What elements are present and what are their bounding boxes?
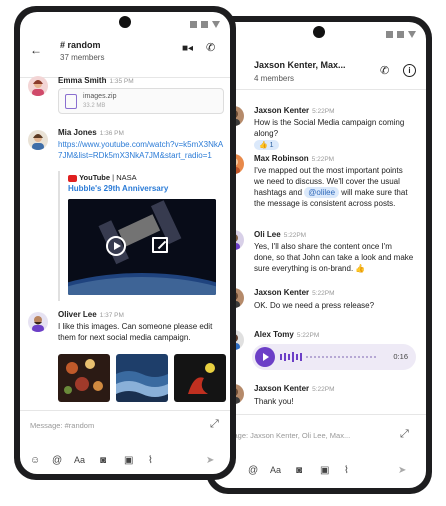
sender-name: Oli Lee 5:22PM (254, 230, 307, 239)
sender-name: Jaxson Kenter 5:22PM (254, 106, 335, 115)
signal-icon (386, 31, 393, 38)
camera-icon[interactable]: ◙ (100, 455, 106, 466)
avatar[interactable] (28, 130, 48, 150)
file-name: images.zip (83, 93, 117, 100)
channel-subtitle: 37 members (60, 53, 105, 62)
message-text: Yes, I'll also share the content once I'… (254, 242, 414, 273)
sender-name: Jaxson Kenter 5:22PM (254, 288, 335, 297)
video-call-icon[interactable]: ■◂ (182, 44, 193, 54)
front-camera (313, 26, 325, 38)
message-link[interactable]: https://www.youtube.com/watch?v=k5mX3NkA… (58, 139, 224, 161)
play-button[interactable] (106, 236, 126, 256)
chat-header: ← # random 37 members ■◂ ✆ (20, 32, 230, 78)
file-attachment[interactable]: images.zip 33.2 MB (58, 88, 224, 114)
message-text: I've mapped out the most important point… (254, 166, 408, 208)
status-bar (386, 31, 416, 38)
message-input[interactable]: ssage: Jaxson Kenter, Oli Lee, Max... (226, 431, 350, 440)
message-text: I like this images. Can someone please e… (58, 322, 213, 342)
composer-toolbar: @ Aa ◙ ▣ ⌇ ➤ (212, 461, 426, 479)
info-icon[interactable]: i (403, 64, 416, 77)
yt-source: YouTube | NASA (68, 173, 137, 182)
status-bar (190, 21, 220, 28)
sender-name: Jaxson Kenter 5:22PM (254, 384, 335, 393)
composer-toolbar: ☺ @ Aa ◙ ▣ ⌇ ➤ (20, 451, 230, 469)
stage: Jaxson Kenter, Max... 4 members ✆ i Jaxs… (0, 0, 446, 506)
message: Mia Jones 1:36 PM https://www.youtube.com… (20, 126, 230, 306)
sender-name: Emma Smith 1:35 PM (58, 76, 134, 85)
format-text-icon[interactable]: Aa (74, 455, 85, 465)
expand-icon[interactable]: ⤢ (210, 419, 219, 430)
battery-icon (397, 31, 404, 38)
message: Jaxson Kenter 5:22PM OK. Do we need a pre… (212, 286, 426, 316)
phone-right: Jaxson Kenter, Max... 4 members ✆ i Jaxs… (206, 16, 432, 494)
format-text-icon[interactable]: Aa (270, 465, 281, 475)
yt-title[interactable]: Hubble's 29th Anniversary (68, 184, 168, 193)
phone-call-icon[interactable]: ✆ (206, 43, 215, 54)
sender-name: Max Robinson 5:22PM (254, 154, 335, 163)
wifi-icon (408, 31, 416, 38)
attachment-icon[interactable]: ⌇ (344, 465, 349, 476)
mention-icon[interactable]: @ (52, 455, 62, 466)
sender-name: Oliver Lee 1:37 PM (58, 310, 124, 319)
screen-left: ← # random 37 members ■◂ ✆ Emma Smith 1:3… (20, 12, 230, 474)
image-thumbnail[interactable] (174, 354, 226, 402)
image-icon[interactable]: ▣ (320, 465, 329, 476)
waveform[interactable] (280, 351, 386, 363)
play-button[interactable] (255, 347, 275, 367)
play-icon (114, 242, 121, 250)
send-icon[interactable]: ➤ (398, 465, 406, 476)
message: Oli Lee 5:22PM Yes, I'll also share the c… (212, 228, 426, 288)
mention-icon[interactable]: @ (248, 465, 258, 476)
message: Oliver Lee 1:37 PM I like this images. Ca… (20, 308, 230, 408)
video-thumbnail[interactable] (68, 199, 216, 295)
message-text: How is the Social Media campaign coming … (254, 118, 405, 138)
emoji-icon[interactable]: ☺ (30, 455, 40, 466)
wifi-icon (212, 21, 220, 28)
back-arrow-icon[interactable]: ← (30, 44, 42, 56)
message: Jaxson Kenter 5:22PM How is the Social Me… (212, 100, 426, 150)
open-external-icon[interactable] (152, 237, 168, 253)
image-thumbnail[interactable] (116, 354, 168, 402)
message: Max Robinson 5:22PM I've mapped out the m… (212, 152, 426, 234)
image-icon[interactable]: ▣ (124, 455, 133, 466)
composer: ssage: Jaxson Kenter, Oli Lee, Max... ⤢ … (212, 414, 426, 488)
message-input[interactable]: Message: #random (30, 421, 94, 430)
user-mention[interactable]: @olilee (304, 187, 340, 198)
voice-message[interactable]: 0:16 (252, 344, 416, 370)
screen-right: Jaxson Kenter, Max... 4 members ✆ i Jaxs… (212, 22, 426, 488)
chat-subtitle: 4 members (254, 74, 295, 83)
sender-name: Mia Jones 1:36 PM (58, 128, 124, 137)
front-camera (119, 16, 131, 28)
hubble-image (68, 199, 216, 295)
avatar[interactable] (28, 312, 48, 332)
chat-header: Jaxson Kenter, Max... 4 members ✆ i (212, 44, 426, 90)
phone-left: ← # random 37 members ■◂ ✆ Emma Smith 1:3… (14, 6, 236, 480)
voice-duration: 0:16 (393, 352, 408, 361)
camera-icon[interactable]: ◙ (296, 465, 302, 476)
expand-icon[interactable]: ⤢ (400, 429, 409, 440)
chat-title[interactable]: Jaxson Kenter, Max... (254, 60, 346, 70)
message-text: Thank you! (254, 397, 294, 406)
attachment-icon[interactable]: ⌇ (148, 455, 153, 466)
file-size: 33.2 MB (83, 103, 106, 109)
phone-call-icon[interactable]: ✆ (380, 66, 389, 77)
youtube-logo-icon (68, 174, 77, 182)
play-icon (263, 353, 269, 361)
reaction-badge[interactable]: 👍 1 (254, 140, 279, 150)
sender-name: Alex Tomy 5:22PM (254, 330, 320, 339)
send-icon[interactable]: ➤ (206, 455, 214, 466)
message: Alex Tomy 5:22PM 0:16 (212, 328, 426, 382)
message: Jaxson Kenter 5:22PM Thank you! (212, 382, 426, 410)
image-thumbnail[interactable] (58, 354, 110, 402)
composer: Message: #random ⤢ ☺ @ Aa ◙ ▣ ⌇ ➤ (20, 410, 230, 474)
signal-icon (190, 21, 197, 28)
youtube-preview[interactable]: YouTube | NASA Hubble's 29th Anniversary (58, 171, 224, 301)
battery-icon (201, 21, 208, 28)
avatar[interactable] (28, 76, 48, 96)
zip-file-icon (65, 94, 77, 109)
channel-title[interactable]: # random (60, 40, 101, 50)
message-text: OK. Do we need a press release? (254, 301, 375, 310)
message: Emma Smith 1:35 PM images.zip 33.2 MB (20, 74, 230, 124)
